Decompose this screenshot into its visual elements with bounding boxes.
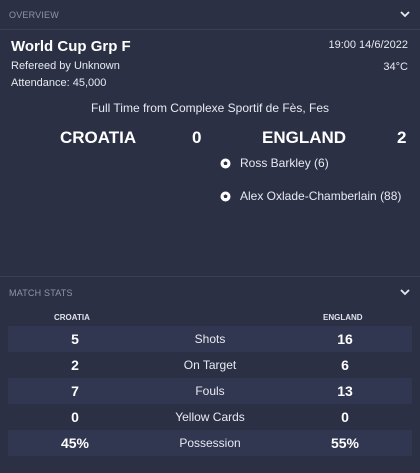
away-score: 2 bbox=[397, 128, 407, 147]
scorer-name[interactable]: Alex Oxlade-Chamberlain (88) bbox=[240, 189, 401, 203]
stat-label: Fouls bbox=[195, 384, 225, 398]
competition-title: World Cup Grp F bbox=[11, 38, 131, 55]
overview-section-title: OVERVIEW bbox=[9, 10, 59, 20]
stat-home-value: 45% bbox=[60, 435, 90, 451]
overview-header[interactable]: OVERVIEW bbox=[0, 0, 420, 30]
stat-away-value: 13 bbox=[337, 383, 353, 399]
stat-home-value: 0 bbox=[71, 409, 79, 425]
away-team-name[interactable]: ENGLAND bbox=[262, 128, 346, 148]
stat-label: Possession bbox=[179, 436, 241, 450]
stat-home-value: 2 bbox=[71, 357, 79, 373]
stat-away-value: 16 bbox=[337, 331, 353, 347]
stat-away-value: 55% bbox=[330, 435, 360, 451]
stat-label: On Target bbox=[183, 358, 237, 372]
stat-row: 45% Possession 55% bbox=[8, 430, 412, 456]
stat-row: 0 Yellow Cards 0 bbox=[8, 404, 412, 430]
venue-text: Full Time from Complexe Sportif de Fès, … bbox=[90, 101, 330, 115]
stat-row: 2 On Target 6 bbox=[8, 352, 412, 378]
stat-label: Shots bbox=[194, 332, 226, 346]
chevron-down-icon[interactable] bbox=[398, 7, 412, 21]
stats-away-header: ENGLAND bbox=[323, 313, 363, 322]
referee-text: Refereed by Unknown bbox=[11, 60, 120, 72]
match-datetime: 19:00 14/6/2022 bbox=[328, 39, 408, 51]
stat-row: 5 Shots 16 bbox=[8, 326, 412, 352]
stat-away-value: 6 bbox=[341, 357, 349, 373]
stats-home-header: CROATIA bbox=[54, 313, 90, 322]
attendance-text: Attendance: 45,000 bbox=[11, 77, 107, 89]
home-score: 0 bbox=[192, 128, 202, 147]
stat-away-value: 0 bbox=[341, 409, 349, 425]
stat-home-value: 5 bbox=[71, 331, 79, 347]
chevron-down-icon[interactable] bbox=[398, 285, 412, 299]
scorer-name[interactable]: Ross Barkley (6) bbox=[240, 156, 329, 170]
temperature: 34°C bbox=[383, 61, 408, 73]
match-stats-header[interactable]: MATCH STATS bbox=[0, 278, 420, 308]
football-icon bbox=[220, 158, 231, 169]
stat-home-value: 7 bbox=[71, 383, 79, 399]
football-icon bbox=[220, 191, 231, 202]
home-team-name[interactable]: CROATIA bbox=[60, 128, 136, 148]
stat-row: 7 Fouls 13 bbox=[8, 378, 412, 404]
match-stats-section-title: MATCH STATS bbox=[9, 288, 73, 298]
scorer-item[interactable]: Ross Barkley (6) bbox=[220, 155, 329, 171]
overview-panel: OVERVIEW World Cup Grp F Refereed by Unk… bbox=[0, 0, 420, 277]
stat-label: Yellow Cards bbox=[175, 410, 245, 424]
scorer-item[interactable]: Alex Oxlade-Chamberlain (88) bbox=[220, 188, 401, 204]
